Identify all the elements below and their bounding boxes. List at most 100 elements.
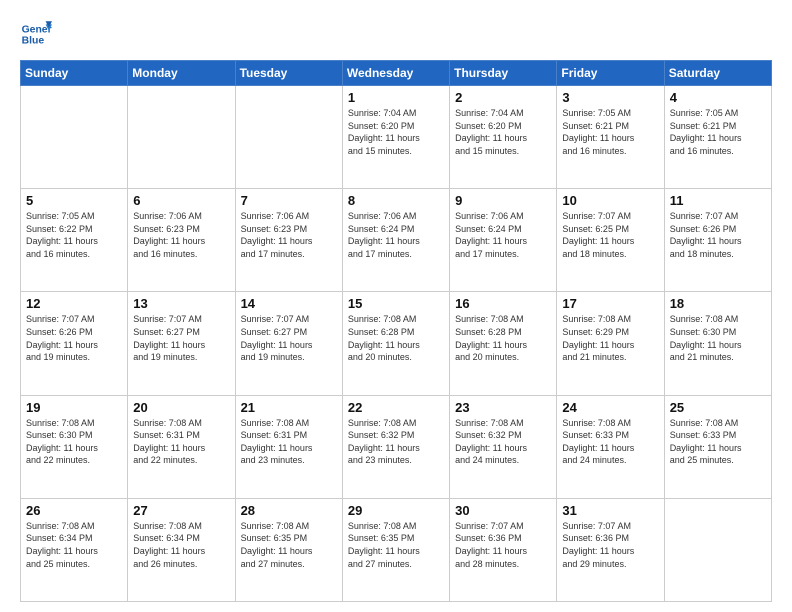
- day-number: 12: [26, 296, 122, 311]
- weekday-header-friday: Friday: [557, 61, 664, 86]
- day-info: Sunrise: 7:06 AM Sunset: 6:23 PM Dayligh…: [133, 210, 229, 260]
- day-number: 7: [241, 193, 337, 208]
- day-number: 15: [348, 296, 444, 311]
- day-number: 26: [26, 503, 122, 518]
- day-info: Sunrise: 7:08 AM Sunset: 6:30 PM Dayligh…: [670, 313, 766, 363]
- day-info: Sunrise: 7:05 AM Sunset: 6:21 PM Dayligh…: [562, 107, 658, 157]
- day-number: 22: [348, 400, 444, 415]
- week-row-2: 5 Sunrise: 7:05 AM Sunset: 6:22 PM Daylig…: [21, 189, 772, 292]
- calendar-cell: 10 Sunrise: 7:07 AM Sunset: 6:25 PM Dayli…: [557, 189, 664, 292]
- day-info: Sunrise: 7:08 AM Sunset: 6:32 PM Dayligh…: [348, 417, 444, 467]
- calendar-cell: 9Sunrise: 7:06 AM Sunset: 6:24 PM Daylig…: [450, 189, 557, 292]
- day-number: 30: [455, 503, 551, 518]
- day-info: Sunrise: 7:05 AM Sunset: 6:21 PM Dayligh…: [670, 107, 766, 157]
- day-info: Sunrise: 7:08 AM Sunset: 6:29 PM Dayligh…: [562, 313, 658, 363]
- day-info: Sunrise: 7:08 AM Sunset: 6:32 PM Dayligh…: [455, 417, 551, 467]
- day-number: 8: [348, 193, 444, 208]
- day-info: Sunrise: 7:04 AM Sunset: 6:20 PM Dayligh…: [455, 107, 551, 157]
- day-number: 13: [133, 296, 229, 311]
- calendar-cell: 8 Sunrise: 7:06 AM Sunset: 6:24 PM Daylig…: [342, 189, 449, 292]
- calendar-cell: 27 Sunrise: 7:08 AM Sunset: 6:34 PM Dayli…: [128, 498, 235, 601]
- logo: General Blue: [20, 18, 56, 50]
- calendar-cell: 6 Sunrise: 7:06 AM Sunset: 6:23 PM Daylig…: [128, 189, 235, 292]
- day-number: 27: [133, 503, 229, 518]
- day-number: 31: [562, 503, 658, 518]
- calendar-cell: 31 Sunrise: 7:07 AM Sunset: 6:36 PM Dayli…: [557, 498, 664, 601]
- calendar-cell: 1 Sunrise: 7:04 AM Sunset: 6:20 PM Daylig…: [342, 86, 449, 189]
- day-number: 11: [670, 193, 766, 208]
- day-number: 2: [455, 90, 551, 105]
- day-info: Sunrise: 7:06 AM Sunset: 6:23 PM Dayligh…: [241, 210, 337, 260]
- weekday-header-row: SundayMondayTuesdayWednesdayThursdayFrid…: [21, 61, 772, 86]
- calendar-cell: 20Sunrise: 7:08 AM Sunset: 6:31 PM Dayli…: [128, 395, 235, 498]
- calendar-cell: 18 Sunrise: 7:08 AM Sunset: 6:30 PM Dayli…: [664, 292, 771, 395]
- calendar-cell: 25 Sunrise: 7:08 AM Sunset: 6:33 PM Dayli…: [664, 395, 771, 498]
- calendar-cell: 12Sunrise: 7:07 AM Sunset: 6:26 PM Dayli…: [21, 292, 128, 395]
- svg-text:Blue: Blue: [22, 36, 45, 47]
- calendar-table: SundayMondayTuesdayWednesdayThursdayFrid…: [20, 60, 772, 602]
- calendar-cell: 17 Sunrise: 7:08 AM Sunset: 6:29 PM Dayli…: [557, 292, 664, 395]
- day-info: Sunrise: 7:07 AM Sunset: 6:27 PM Dayligh…: [241, 313, 337, 363]
- weekday-header-tuesday: Tuesday: [235, 61, 342, 86]
- day-info: Sunrise: 7:08 AM Sunset: 6:35 PM Dayligh…: [241, 520, 337, 570]
- calendar-cell: [21, 86, 128, 189]
- calendar-cell: 4 Sunrise: 7:05 AM Sunset: 6:21 PM Daylig…: [664, 86, 771, 189]
- calendar-cell: 28 Sunrise: 7:08 AM Sunset: 6:35 PM Dayli…: [235, 498, 342, 601]
- calendar-cell: 5 Sunrise: 7:05 AM Sunset: 6:22 PM Daylig…: [21, 189, 128, 292]
- day-number: 25: [670, 400, 766, 415]
- calendar-cell: 23Sunrise: 7:08 AM Sunset: 6:32 PM Dayli…: [450, 395, 557, 498]
- week-row-1: 1 Sunrise: 7:04 AM Sunset: 6:20 PM Daylig…: [21, 86, 772, 189]
- calendar-cell: 16 Sunrise: 7:08 AM Sunset: 6:28 PM Dayli…: [450, 292, 557, 395]
- day-info: Sunrise: 7:08 AM Sunset: 6:34 PM Dayligh…: [26, 520, 122, 570]
- week-row-5: 26 Sunrise: 7:08 AM Sunset: 6:34 PM Dayli…: [21, 498, 772, 601]
- day-number: 28: [241, 503, 337, 518]
- weekday-header-thursday: Thursday: [450, 61, 557, 86]
- calendar-cell: [664, 498, 771, 601]
- day-number: 10: [562, 193, 658, 208]
- day-info: Sunrise: 7:08 AM Sunset: 6:34 PM Dayligh…: [133, 520, 229, 570]
- day-info: Sunrise: 7:08 AM Sunset: 6:30 PM Dayligh…: [26, 417, 122, 467]
- calendar-cell: [128, 86, 235, 189]
- calendar-cell: 19 Sunrise: 7:08 AM Sunset: 6:30 PM Dayli…: [21, 395, 128, 498]
- day-info: Sunrise: 7:08 AM Sunset: 6:28 PM Dayligh…: [455, 313, 551, 363]
- day-number: 19: [26, 400, 122, 415]
- week-row-4: 19 Sunrise: 7:08 AM Sunset: 6:30 PM Dayli…: [21, 395, 772, 498]
- day-number: 16: [455, 296, 551, 311]
- day-info: Sunrise: 7:07 AM Sunset: 6:36 PM Dayligh…: [455, 520, 551, 570]
- calendar-cell: 2 Sunrise: 7:04 AM Sunset: 6:20 PM Daylig…: [450, 86, 557, 189]
- calendar-cell: 13Sunrise: 7:07 AM Sunset: 6:27 PM Dayli…: [128, 292, 235, 395]
- weekday-header-sunday: Sunday: [21, 61, 128, 86]
- day-number: 5: [26, 193, 122, 208]
- calendar-cell: 21 Sunrise: 7:08 AM Sunset: 6:31 PM Dayli…: [235, 395, 342, 498]
- day-info: Sunrise: 7:07 AM Sunset: 6:26 PM Dayligh…: [670, 210, 766, 260]
- logo-icon: General Blue: [20, 18, 52, 50]
- day-number: 1: [348, 90, 444, 105]
- day-number: 29: [348, 503, 444, 518]
- day-number: 6: [133, 193, 229, 208]
- day-info: Sunrise: 7:04 AM Sunset: 6:20 PM Dayligh…: [348, 107, 444, 157]
- week-row-3: 12Sunrise: 7:07 AM Sunset: 6:26 PM Dayli…: [21, 292, 772, 395]
- day-info: Sunrise: 7:08 AM Sunset: 6:28 PM Dayligh…: [348, 313, 444, 363]
- day-info: Sunrise: 7:07 AM Sunset: 6:36 PM Dayligh…: [562, 520, 658, 570]
- page: General Blue SundayMondayTuesdayWednesda…: [0, 0, 792, 612]
- day-info: Sunrise: 7:06 AM Sunset: 6:24 PM Dayligh…: [348, 210, 444, 260]
- calendar-cell: [235, 86, 342, 189]
- weekday-header-saturday: Saturday: [664, 61, 771, 86]
- day-number: 14: [241, 296, 337, 311]
- day-info: Sunrise: 7:08 AM Sunset: 6:31 PM Dayligh…: [241, 417, 337, 467]
- day-number: 17: [562, 296, 658, 311]
- calendar-cell: 26 Sunrise: 7:08 AM Sunset: 6:34 PM Dayli…: [21, 498, 128, 601]
- day-number: 18: [670, 296, 766, 311]
- weekday-header-wednesday: Wednesday: [342, 61, 449, 86]
- day-number: 21: [241, 400, 337, 415]
- day-number: 4: [670, 90, 766, 105]
- day-info: Sunrise: 7:08 AM Sunset: 6:33 PM Dayligh…: [562, 417, 658, 467]
- calendar-cell: 7 Sunrise: 7:06 AM Sunset: 6:23 PM Daylig…: [235, 189, 342, 292]
- calendar-cell: 11 Sunrise: 7:07 AM Sunset: 6:26 PM Dayli…: [664, 189, 771, 292]
- calendar-cell: 24 Sunrise: 7:08 AM Sunset: 6:33 PM Dayli…: [557, 395, 664, 498]
- day-info: Sunrise: 7:05 AM Sunset: 6:22 PM Dayligh…: [26, 210, 122, 260]
- day-info: Sunrise: 7:07 AM Sunset: 6:25 PM Dayligh…: [562, 210, 658, 260]
- day-info: Sunrise: 7:08 AM Sunset: 6:33 PM Dayligh…: [670, 417, 766, 467]
- day-info: Sunrise: 7:06 AM Sunset: 6:24 PM Dayligh…: [455, 210, 551, 260]
- day-number: 24: [562, 400, 658, 415]
